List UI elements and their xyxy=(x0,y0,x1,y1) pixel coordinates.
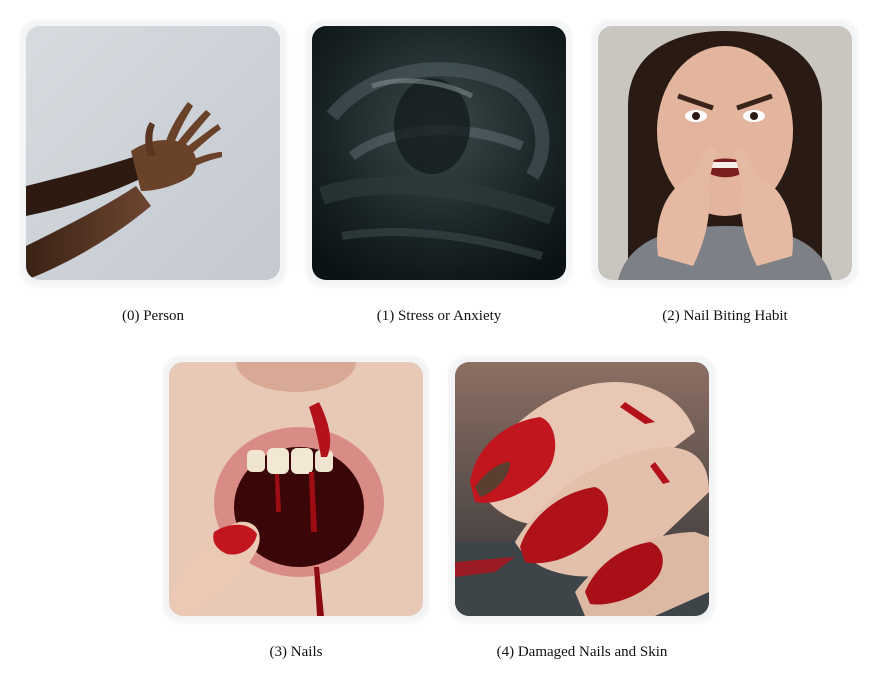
reaching-hands-illustration xyxy=(26,26,280,280)
panel-damaged-nails xyxy=(451,358,713,620)
dark-abstract-illustration xyxy=(312,26,566,280)
caption-damaged-nails: (4) Damaged Nails and Skin xyxy=(496,644,668,660)
caption-nails: (3) Nails xyxy=(269,644,323,660)
caption-person: (0) Person xyxy=(121,308,185,324)
nails-image xyxy=(169,362,423,616)
bleeding-mouth-illustration xyxy=(169,362,423,616)
panel-nail-biting xyxy=(594,22,856,284)
panel-stress xyxy=(308,22,570,284)
stressed-woman-illustration xyxy=(598,26,852,280)
damaged-nails-image xyxy=(455,362,709,616)
panel-person xyxy=(22,22,284,284)
person-image xyxy=(26,26,280,280)
caption-nail-biting: (2) Nail Biting Habit xyxy=(662,308,788,324)
nail-biting-image xyxy=(598,26,852,280)
panel-nails xyxy=(165,358,427,620)
caption-stress: (1) Stress or Anxiety xyxy=(376,308,502,324)
bloody-nails-illustration xyxy=(455,362,709,616)
stress-image xyxy=(312,26,566,280)
